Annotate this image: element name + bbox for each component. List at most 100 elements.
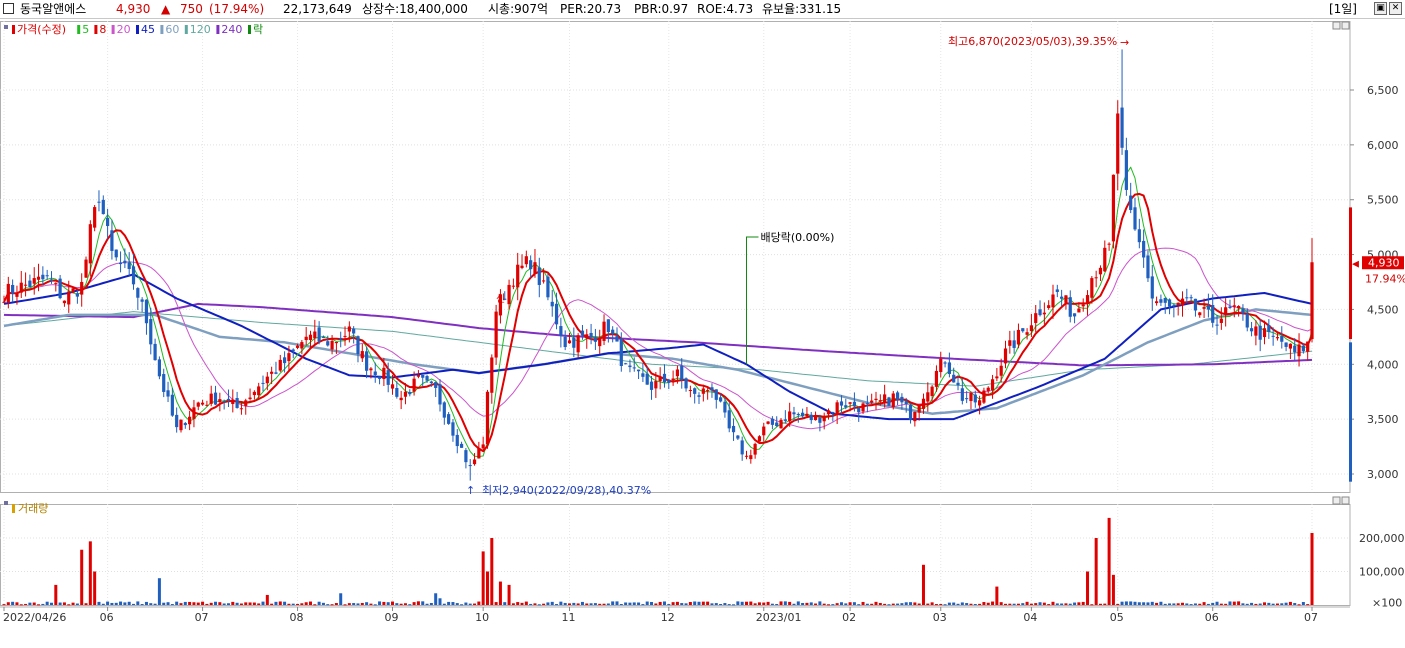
date-tick-label: 2023/01: [756, 611, 802, 624]
candle-body: [408, 392, 412, 395]
volume-bar: [45, 601, 49, 605]
volume-bar: [827, 604, 831, 606]
candle-body: [1202, 307, 1206, 309]
candle-body: [1159, 299, 1163, 303]
volume-bar: [192, 602, 196, 605]
volume-bar: [1198, 603, 1202, 605]
candle-body: [675, 369, 680, 377]
volume-bar: [909, 602, 913, 605]
volume-bar: [157, 578, 161, 605]
candle-body: [196, 402, 200, 407]
volume-bar: [788, 601, 792, 605]
volume-bar: [231, 601, 235, 605]
volume-bar: [637, 602, 641, 605]
price-tick-label: 5,500: [1367, 194, 1399, 207]
candle-body: [529, 260, 533, 270]
volume-bar: [391, 601, 395, 605]
volume-bar: [11, 601, 15, 605]
volume-bar: [490, 538, 494, 605]
volume-bar: [1055, 603, 1059, 605]
candle-body: [80, 281, 84, 295]
candle-body: [1146, 255, 1150, 279]
candle-body: [917, 405, 921, 413]
candle-body: [1185, 297, 1189, 299]
close-window-icon[interactable]: ✕: [1389, 2, 1402, 15]
candle-body: [28, 280, 32, 288]
period-selector[interactable]: [1일]: [1329, 2, 1357, 17]
volume-bar: [1172, 603, 1176, 605]
candle-body: [2, 301, 6, 303]
volume-bar: [572, 602, 576, 605]
candle-body: [960, 388, 964, 401]
volume-bar: [783, 601, 787, 605]
candle-body: [403, 391, 408, 397]
candle-body: [1180, 298, 1185, 306]
candle-body: [921, 398, 926, 409]
volume-bar: [1275, 603, 1279, 605]
volume-bar: [1211, 602, 1215, 605]
candle-body: [1137, 229, 1141, 243]
candle-body: [369, 368, 373, 371]
volume-bar: [235, 602, 239, 605]
candle-body: [481, 444, 485, 449]
candle-body: [1016, 329, 1021, 345]
volume-bar: [870, 603, 874, 605]
volume-bar: [1077, 602, 1081, 605]
restore-window-icon[interactable]: ▣: [1374, 2, 1387, 15]
volume-bar: [403, 603, 407, 605]
candle-body: [572, 337, 576, 348]
candle-body: [792, 412, 796, 415]
candle-body: [274, 372, 278, 374]
volume-bar: [511, 603, 515, 605]
volume-bar: [766, 601, 770, 605]
candle-body: [1245, 313, 1249, 328]
date-tick-label: 08: [290, 611, 304, 624]
date-tick-label: 03: [933, 611, 947, 624]
volume-bar: [822, 603, 826, 605]
volume-bar: [546, 602, 550, 605]
volume-bar: [1146, 602, 1150, 605]
volume-bar: [1004, 603, 1008, 605]
candle-body: [356, 336, 360, 355]
volume-bar: [1176, 603, 1180, 605]
volume-bar: [485, 571, 489, 605]
candle-body: [926, 392, 930, 402]
candle-body: [261, 382, 265, 384]
candle-body: [883, 394, 887, 403]
candle-body: [1077, 308, 1081, 313]
candle-body: [598, 337, 602, 347]
volume-bar: [75, 603, 79, 605]
candle-body: [783, 419, 787, 421]
listed-shares: 상장수:18,400,000: [362, 2, 468, 16]
volume-bar: [257, 603, 261, 605]
volume-bar: [1094, 538, 1098, 605]
candle-body: [265, 376, 269, 384]
volume-bar: [62, 602, 66, 605]
checkbox-icon[interactable]: [3, 3, 14, 14]
volume-bar: [1159, 601, 1163, 605]
candle-body: [1206, 305, 1210, 310]
candle-body: [183, 423, 187, 426]
volume-bar: [179, 603, 183, 605]
volume-bar: [1237, 601, 1241, 605]
candle-body: [662, 373, 667, 383]
volume-bar: [28, 602, 32, 605]
candle-body: [1085, 295, 1090, 305]
volume-bar: [58, 602, 62, 605]
volume-bar: [132, 603, 136, 605]
volume-bar: [136, 601, 140, 605]
candle-body: [1254, 326, 1258, 336]
volume-bar: [41, 603, 45, 605]
candle-body: [416, 375, 421, 377]
candle-body: [736, 435, 740, 439]
candle-body: [537, 267, 541, 285]
candle-body: [550, 301, 554, 307]
volume-bar: [1008, 603, 1012, 605]
candle-body: [494, 311, 498, 358]
volume-bar: [874, 601, 878, 605]
volume-bar: [84, 603, 88, 605]
volume-bar: [175, 601, 179, 605]
stock-name[interactable]: 동국알앤에스: [20, 2, 86, 17]
stock-chart[interactable]: 배당락(0.00%) 최고6,870(2023/05/03),39.35% → ↑ 최저…: [0, 19, 1405, 648]
volume-bar: [408, 604, 412, 606]
